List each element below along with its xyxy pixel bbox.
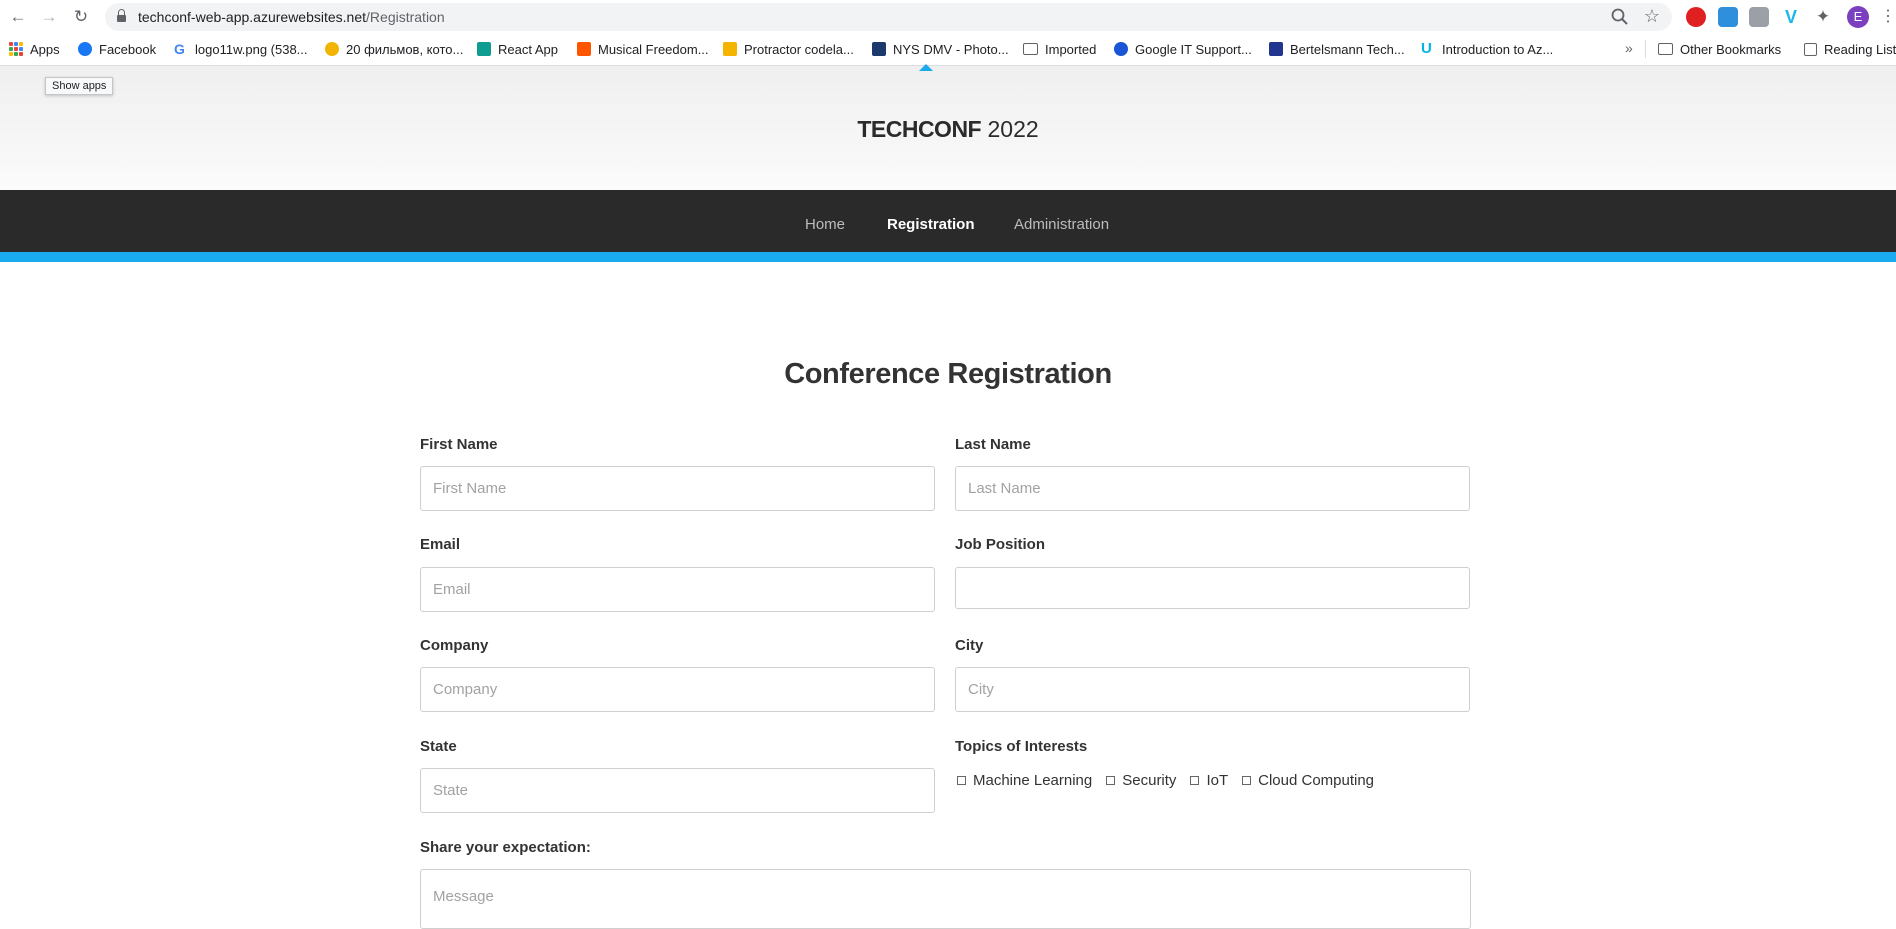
main-nav: Home Registration Administration <box>0 190 1896 262</box>
folder-icon <box>1023 43 1038 55</box>
photo-extension-icon[interactable] <box>1749 7 1769 27</box>
bookmarks-bar: Apps Facebook G logo11w.png (538... 20 ф… <box>0 33 1896 66</box>
company-input[interactable] <box>420 667 935 712</box>
facebook-icon <box>78 42 92 56</box>
site-brand[interactable]: TECHCONF 2022 <box>0 116 1896 143</box>
reload-icon[interactable]: ↻ <box>69 5 93 29</box>
checkbox[interactable] <box>1190 776 1200 785</box>
nav-registration[interactable]: Registration <box>887 216 975 233</box>
email-label: Email <box>420 536 461 553</box>
zoom-icon[interactable] <box>1610 7 1630 27</box>
bookmark-musical-freedom[interactable]: Musical Freedom... <box>577 40 709 58</box>
vimeo-extension-icon[interactable]: V <box>1781 7 1801 27</box>
nav-administration[interactable]: Administration <box>1014 216 1109 233</box>
bookmarks-overflow-chevron[interactable]: » <box>1625 40 1633 56</box>
apps-grid-icon <box>9 42 23 56</box>
last-name-input[interactable] <box>955 466 1470 511</box>
expectation-label: Share your expectation: <box>420 839 591 856</box>
lock-icon[interactable] <box>117 9 126 23</box>
folder-icon <box>1658 43 1673 55</box>
active-nav-caret <box>919 64 933 71</box>
opera-extension-icon[interactable] <box>1686 7 1706 27</box>
first-name-label: First Name <box>420 436 498 453</box>
page-title: Conference Registration <box>784 358 1112 390</box>
bookmark-reading-list[interactable]: Reading List <box>1804 40 1896 58</box>
message-textarea[interactable] <box>420 869 1471 929</box>
brand-year: 2022 <box>987 116 1039 142</box>
profile-avatar[interactable]: E <box>1847 6 1869 28</box>
coursera-icon <box>1114 42 1128 56</box>
job-position-input[interactable] <box>955 567 1470 609</box>
bookmark-imported[interactable]: Imported <box>1023 40 1096 58</box>
google-icon: G <box>174 41 185 57</box>
job-position-label: Job Position <box>955 536 1045 553</box>
state-input[interactable] <box>420 768 935 813</box>
nav-accent-stripe <box>0 252 1896 262</box>
bookmark-nys-dmv[interactable]: NYS DMV - Photo... <box>872 40 1009 58</box>
first-name-input[interactable] <box>420 466 935 511</box>
bookmark-facebook[interactable]: Facebook <box>78 40 156 58</box>
topic-iot[interactable]: IoT <box>1190 772 1228 789</box>
calendar-extension-icon[interactable] <box>1718 7 1738 27</box>
show-apps-tooltip: Show apps <box>45 77 114 95</box>
react-icon <box>477 42 491 56</box>
udacity-page-icon <box>1269 42 1283 56</box>
nav-home[interactable]: Home <box>805 216 845 233</box>
codelabs-icon <box>723 42 737 56</box>
topic-cloud-computing[interactable]: Cloud Computing <box>1242 772 1374 789</box>
reading-list-icon <box>1804 42 1817 56</box>
bookmark-react-app[interactable]: React App <box>477 40 558 58</box>
bookmark-20-films[interactable]: 20 фильмов, кото... <box>325 40 463 58</box>
browser-toolbar: ← → ↻ techconf-web-app.azurewebsites.net… <box>0 0 1896 33</box>
state-label: State <box>420 738 457 755</box>
bookmarks-separator <box>1645 40 1646 58</box>
checkbox[interactable] <box>957 776 966 785</box>
site-header: TECHCONF 2022 <box>0 66 1896 190</box>
bookmark-logo11w[interactable]: G logo11w.png (538... <box>174 40 308 58</box>
brand-name: TECHCONF <box>857 116 982 142</box>
city-input[interactable] <box>955 667 1470 712</box>
topic-machine-learning[interactable]: Machine Learning <box>957 772 1092 789</box>
last-name-label: Last Name <box>955 436 1031 453</box>
email-input[interactable] <box>420 567 935 612</box>
bookmark-apps[interactable]: Apps <box>9 40 60 58</box>
topics-checkbox-group: Machine Learning Security IoT Cloud Comp… <box>957 772 1388 789</box>
bookmark-star-icon[interactable]: ☆ <box>1644 5 1660 27</box>
topic-security[interactable]: Security <box>1106 772 1176 789</box>
browser-menu-icon[interactable]: ⋮ <box>1880 6 1896 28</box>
city-label: City <box>955 637 984 654</box>
back-arrow-icon[interactable]: ← <box>6 5 30 29</box>
site-icon <box>325 42 339 56</box>
puzzle-extensions-icon[interactable]: ✦ <box>1813 7 1833 27</box>
checkbox[interactable] <box>1242 776 1252 785</box>
bookmark-protractor[interactable]: Protractor codela... <box>723 40 854 58</box>
url-text[interactable]: techconf-web-app.azurewebsites.net/Regis… <box>138 8 445 26</box>
udacity-icon: U <box>1421 40 1432 57</box>
bookmark-google-it-support[interactable]: Google IT Support... <box>1114 40 1252 58</box>
bookmark-other-bookmarks[interactable]: Other Bookmarks <box>1658 40 1781 58</box>
company-label: Company <box>420 637 489 654</box>
topics-label: Topics of Interests <box>955 738 1088 755</box>
bookmark-bertelsmann[interactable]: Bertelsmann Tech... <box>1269 40 1405 58</box>
nys-icon <box>872 42 886 56</box>
soundcloud-icon <box>577 42 591 56</box>
bookmark-intro-azure[interactable]: U Introduction to Az... <box>1421 40 1553 58</box>
forward-arrow-icon[interactable]: → <box>37 5 61 29</box>
address-bar[interactable]: techconf-web-app.azurewebsites.net/Regis… <box>105 3 1672 31</box>
checkbox[interactable] <box>1106 776 1116 785</box>
